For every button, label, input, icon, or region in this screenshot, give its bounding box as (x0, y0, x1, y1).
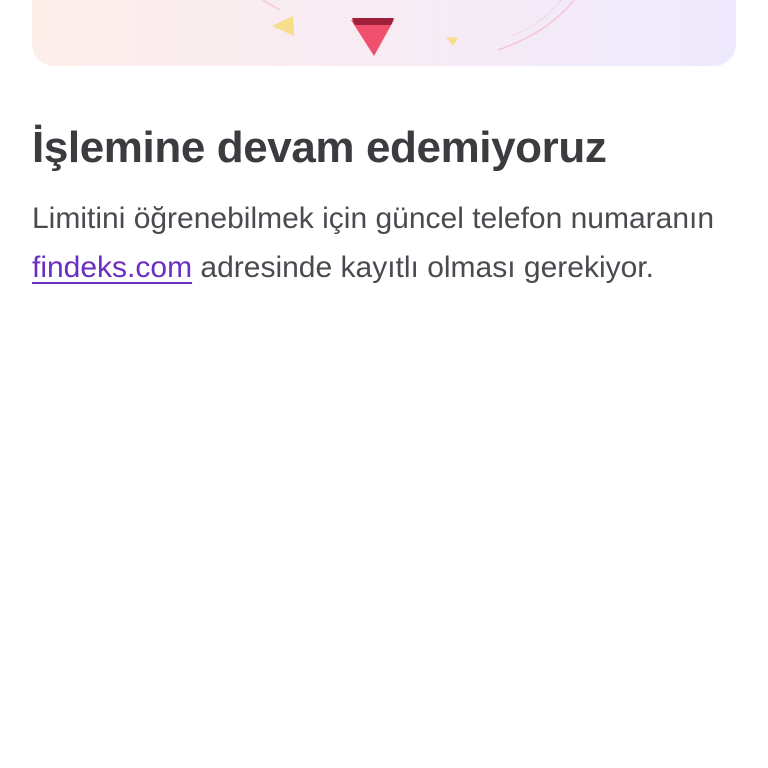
confetti-streamer (511, 0, 562, 37)
red-triangle-shadow (352, 18, 394, 25)
red-triangle-icon (351, 20, 394, 56)
error-title: İşlemine devam edemiyoruz (32, 123, 607, 172)
yellow-triangle-icon (272, 16, 294, 36)
confetti-streamer (261, 0, 281, 11)
small-yellow-triangle-icon (446, 37, 458, 46)
message-text-end: adresinde kayıtlı olması gerekiyor. (192, 251, 654, 284)
error-message: Limitini öğrenebilmek için güncel telefo… (32, 194, 736, 292)
findeks-link[interactable]: findeks.com (32, 251, 192, 284)
confetti-illustration (261, 0, 575, 56)
confetti-streamer (497, 0, 575, 51)
message-text-start: Limitini öğrenebilmek için güncel telefo… (32, 202, 715, 235)
hero-illustration-card (32, 0, 736, 66)
